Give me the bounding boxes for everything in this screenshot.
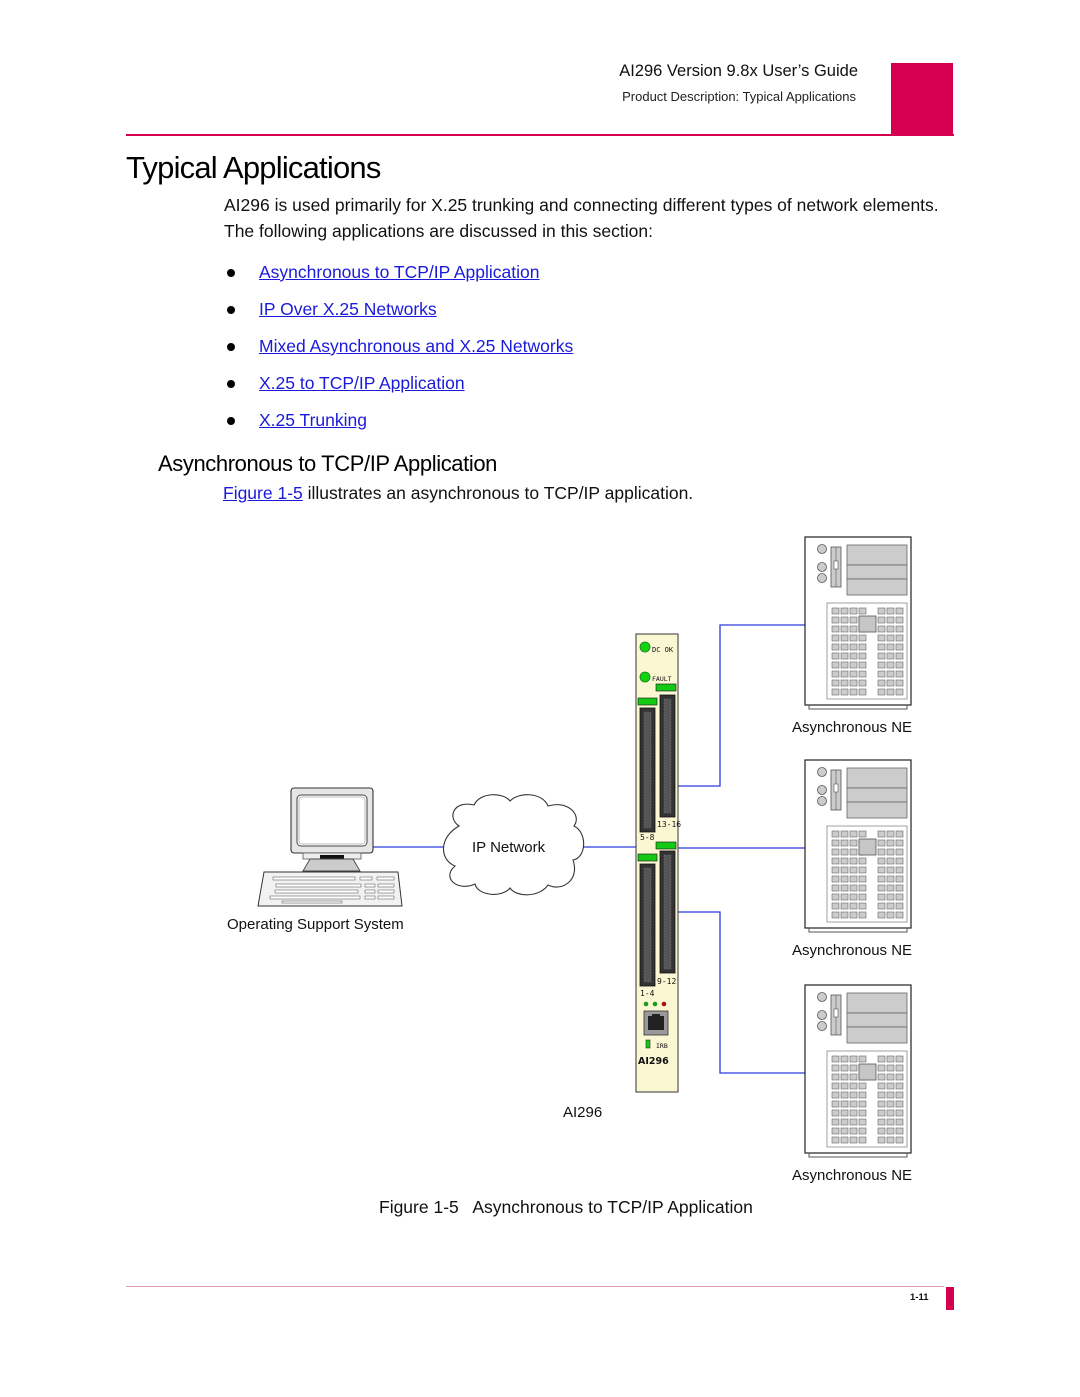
- ports-13-16-label: 13-16: [657, 820, 681, 829]
- footer-accent-block: [946, 1287, 954, 1310]
- footer-divider: [126, 1286, 944, 1287]
- bullet-icon: [227, 305, 235, 314]
- ne-label: Asynchronous NE: [792, 942, 912, 959]
- list-item: X.25 Trunking: [224, 402, 573, 439]
- header-divider: [126, 134, 954, 136]
- page-title: Typical Applications: [126, 150, 381, 185]
- ports-1-4-label: 1-4: [640, 989, 655, 998]
- ne-label: Asynchronous NE: [792, 1167, 912, 1184]
- dc-ok-label: DC OK: [652, 646, 674, 654]
- asynchronous-ne-server-icon: [804, 759, 912, 933]
- bullet-icon: [227, 342, 235, 351]
- list-item: Asynchronous to TCP/IP Application: [224, 254, 573, 291]
- intro-paragraph: AI296 is used primarily for X.25 trunkin…: [224, 195, 939, 241]
- asynchronous-ne-server-icon: [804, 984, 912, 1158]
- document-title: AI296 Version 9.8x User’s Guide: [619, 62, 858, 80]
- bullet-icon: [227, 379, 235, 388]
- figure-caption: Figure 1-5 Asynchronous to TCP/IP Applic…: [379, 1197, 753, 1217]
- link-x25-trunking[interactable]: X.25 Trunking: [259, 410, 367, 431]
- header-accent-block: [891, 63, 953, 135]
- fault-label: FAULT: [652, 675, 672, 683]
- list-item: Mixed Asynchronous and X.25 Networks: [224, 328, 573, 365]
- irb-label: IRB: [656, 1042, 668, 1050]
- figure-reference-link[interactable]: Figure 1-5: [223, 483, 303, 503]
- ai296-label: AI296: [563, 1104, 602, 1121]
- ne-label: Asynchronous NE: [792, 719, 912, 736]
- link-ai296-to-ne1: [678, 624, 805, 787]
- figure-intro: Figure 1-5 illustrates an asynchronous t…: [223, 483, 693, 504]
- connection-lines: [373, 624, 805, 1074]
- ip-network-label: IP Network: [472, 839, 546, 856]
- applications-list: Asynchronous to TCP/IP Application IP Ov…: [224, 254, 573, 439]
- model-label: AI296: [638, 1056, 669, 1067]
- figure-intro-text: illustrates an asynchronous to TCP/IP ap…: [302, 483, 694, 503]
- bullet-icon: [227, 268, 235, 277]
- link-x25-to-tcpip[interactable]: X.25 to TCP/IP Application: [259, 373, 465, 394]
- section-path: Product Description: Typical Application…: [622, 89, 856, 104]
- link-ip-over-x25[interactable]: IP Over X.25 Networks: [259, 299, 437, 320]
- section-heading: Asynchronous to TCP/IP Application: [158, 451, 498, 476]
- link-ai296-to-ne3: [678, 911, 805, 1074]
- ports-5-8-label: 5-8: [640, 833, 655, 842]
- oss-label: Operating Support System: [227, 916, 404, 933]
- link-async-to-tcpip[interactable]: Asynchronous to TCP/IP Application: [259, 262, 540, 283]
- ai296-device-icon: [635, 633, 679, 1093]
- list-item: X.25 to TCP/IP Application: [224, 365, 573, 402]
- list-item: IP Over X.25 Networks: [224, 291, 573, 328]
- bullet-icon: [227, 416, 235, 425]
- link-mixed-async-x25[interactable]: Mixed Asynchronous and X.25 Networks: [259, 336, 573, 357]
- ports-9-12-label: 9-12: [657, 977, 676, 986]
- page-number: 1-11: [910, 1292, 929, 1303]
- asynchronous-ne-server-icon: [804, 536, 912, 710]
